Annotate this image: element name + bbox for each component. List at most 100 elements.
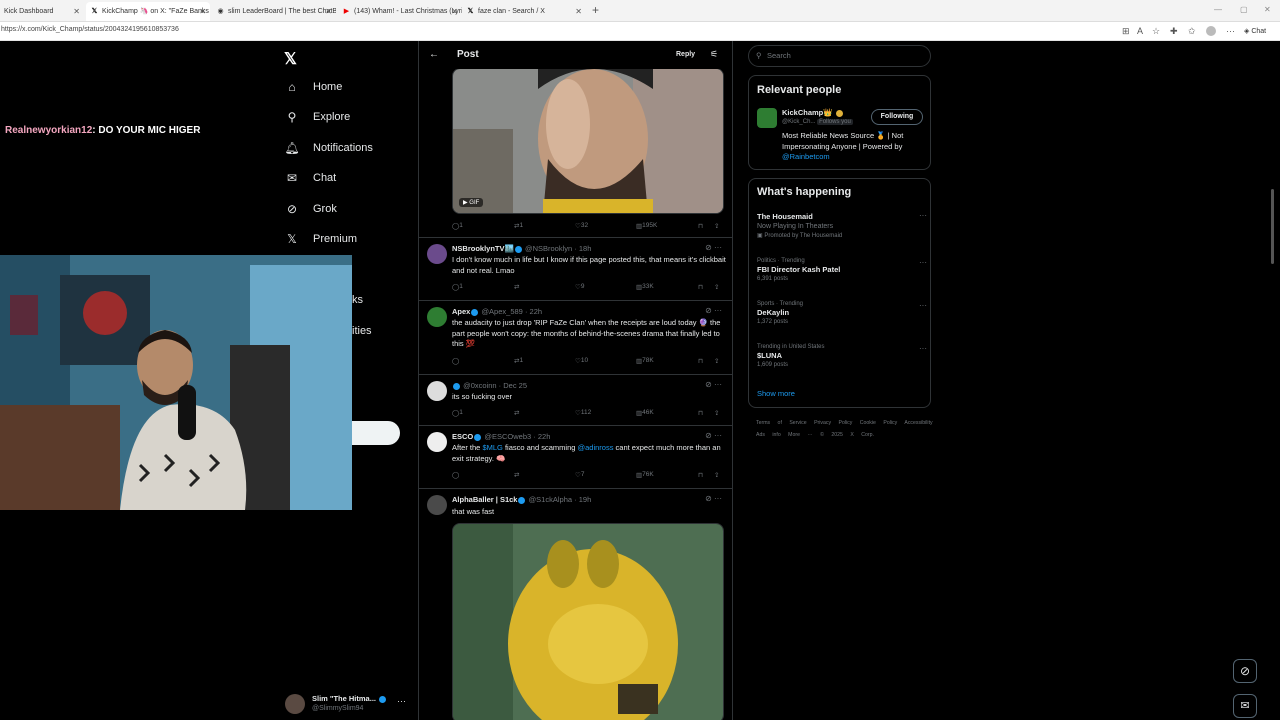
read-aloud-icon[interactable]: A — [1137, 26, 1143, 36]
repost-icon[interactable]: ⇄ 1 — [514, 357, 523, 365]
footer-links[interactable]: Terms of Service Privacy Policy Cookie P… — [756, 417, 936, 441]
more-icon[interactable]: ⊘ ··· — [705, 431, 722, 440]
repost-icon[interactable]: ⇄ — [514, 409, 519, 417]
bookmark-icon[interactable]: ⊓ — [698, 222, 703, 230]
close-icon[interactable]: ✕ — [451, 2, 458, 21]
more-icon[interactable]: ··· — [919, 211, 927, 220]
person-name[interactable]: KickChamp👑 — [782, 108, 844, 117]
reply-tweet[interactable]: @0xcoinn · Dec 25 ⊘ ··· its so fucking o… — [419, 375, 732, 426]
reply-tweet[interactable]: Apex @Apex_589 · 22h ⊘ ··· the audacity … — [419, 301, 732, 375]
more-icon[interactable]: ⊘ ··· — [705, 380, 722, 389]
sidebar-item-chat[interactable]: ✉ Chat — [285, 171, 336, 185]
account-switcher[interactable]: Slim "The Hitma... @SlimmySlim94 ··· — [285, 692, 415, 716]
close-icon[interactable]: ✕ — [325, 2, 332, 21]
views-icon[interactable]: ▥ 195K — [636, 222, 657, 230]
maximize-icon[interactable]: ▢ — [1240, 5, 1248, 14]
profile-avatar[interactable] — [1206, 26, 1216, 36]
bookmark-icon[interactable]: ⊓ — [698, 283, 703, 291]
reply-tweet[interactable]: NSBrooklynTV🏙️ @NSBrooklyn · 18h ⊘ ··· I… — [419, 238, 732, 301]
bio-link[interactable]: @Rainbetcom — [782, 152, 830, 161]
views-icon[interactable]: ▥ 46K — [636, 409, 654, 417]
more-icon[interactable]: ··· — [919, 301, 927, 310]
mention-link[interactable]: @adinross — [578, 443, 614, 452]
sidebar-item-bookmarks-partial[interactable]: ks — [352, 294, 363, 306]
minimize-icon[interactable]: — — [1214, 5, 1222, 14]
window-close-icon[interactable]: ✕ — [1264, 5, 1271, 14]
like-icon[interactable]: ♡ 10 — [575, 357, 588, 365]
trend-context: Sports · Trending — [757, 301, 804, 307]
back-arrow-icon[interactable]: ← — [429, 49, 439, 60]
trend-item[interactable]: Sports · Trending DeKaylin 1,372 posts ·… — [757, 301, 927, 325]
reply-icon[interactable]: ◯ — [452, 357, 459, 365]
repost-icon[interactable]: ⇄ — [514, 471, 519, 479]
like-icon[interactable]: ♡ 32 — [575, 222, 588, 230]
sidebar-item-grok[interactable]: ⊘ Grok — [285, 202, 337, 216]
post-button-partial[interactable] — [352, 421, 400, 445]
reply-icon[interactable]: ◯ 1 — [452, 409, 463, 417]
url-field[interactable]: https://x.com/Kick_Champ/status/20043241… — [1, 26, 179, 33]
more-icon[interactable]: ⊘ ··· — [705, 494, 722, 503]
favorite-icon[interactable]: ☆ — [1152, 26, 1160, 37]
tab-slim-leaderboard[interactable]: ◉ slim LeaderBoard | The best ChatB ✕ — [212, 2, 336, 21]
sidebar-item-communities-partial[interactable]: ities — [352, 325, 372, 337]
like-icon[interactable]: ♡ 9 — [575, 283, 584, 291]
trend-item[interactable]: The Housemaid Now Playing In Theaters ▣ … — [757, 211, 927, 239]
like-icon[interactable]: ♡ 112 — [575, 409, 591, 417]
reply-icon[interactable]: ◯ 1 — [452, 222, 463, 230]
reply-button[interactable]: Reply — [676, 51, 695, 58]
close-icon[interactable]: ✕ — [575, 2, 582, 21]
x-logo-icon[interactable]: 𝕏 — [284, 49, 297, 69]
extension-icon[interactable]: ✚ — [1170, 26, 1178, 37]
more-icon[interactable]: ··· — [919, 258, 927, 267]
views-icon[interactable]: ▥ 76K — [636, 471, 654, 479]
close-icon[interactable]: ✕ — [73, 2, 80, 21]
bookmark-icon[interactable]: ⊓ — [698, 409, 703, 417]
new-tab-icon[interactable]: + — [592, 3, 599, 17]
share-icon[interactable]: ⇪ — [714, 357, 719, 365]
favorites-bar-icon[interactable]: ✩ — [1188, 26, 1196, 37]
reply-tweet[interactable]: ESCO @ESCOweb3 · 22h ⊘ ··· After the $ML… — [419, 426, 732, 489]
cashtag-link[interactable]: $MLG — [482, 443, 502, 452]
apps-icon[interactable]: ⊞ — [1122, 26, 1130, 37]
scrollbar-thumb[interactable] — [1271, 189, 1274, 264]
share-icon[interactable]: ⇪ — [714, 471, 719, 479]
share-icon[interactable]: ⇪ — [714, 283, 719, 291]
trend-item[interactable]: Trending in United States $LUNA 1,609 po… — [757, 344, 927, 368]
close-icon[interactable]: ✕ — [199, 2, 206, 21]
reply-gif[interactable] — [452, 523, 724, 720]
sidebar-item-home[interactable]: ⌂ Home — [285, 80, 342, 94]
reply-icon[interactable]: ◯ — [452, 471, 459, 479]
repost-icon[interactable]: ⇄ 1 — [514, 222, 523, 230]
more-icon[interactable]: ··· — [919, 344, 927, 353]
more-icon[interactable]: ··· — [1226, 26, 1235, 36]
messages-float-icon[interactable]: ✉ — [1233, 694, 1257, 718]
repost-icon[interactable]: ⇄ — [514, 283, 519, 291]
tab-youtube[interactable]: ▶ (143) Wham! - Last Christmas (Lyri ✕ — [338, 2, 462, 21]
grok-float-icon[interactable]: ⊘ — [1233, 659, 1257, 683]
bookmark-icon[interactable]: ⊓ — [698, 471, 703, 479]
share-icon[interactable]: ⇪ — [714, 222, 719, 230]
show-more-link[interactable]: Show more — [757, 389, 795, 398]
following-button[interactable]: Following — [871, 109, 923, 125]
share-icon[interactable]: ⇪ — [714, 409, 719, 417]
copilot-chat-button[interactable]: ◈ Chat — [1244, 27, 1266, 35]
more-icon[interactable]: ⊘ ··· — [705, 306, 722, 315]
sidebar-item-explore[interactable]: ⚲ Explore — [285, 110, 351, 124]
bookmark-icon[interactable]: ⊓ — [698, 357, 703, 365]
more-icon[interactable]: ⊘ ··· — [705, 243, 722, 252]
filter-icon[interactable]: ⚟ — [710, 49, 718, 60]
like-icon[interactable]: ♡ 7 — [575, 471, 584, 479]
search-input[interactable]: ⚲ Search — [748, 45, 931, 67]
post-gif[interactable]: ▶ GIF — [452, 68, 724, 214]
views-icon[interactable]: ▥ 33K — [636, 283, 654, 291]
sidebar-item-premium[interactable]: 𝕏 Premium — [285, 232, 357, 246]
reply-tweet[interactable]: AlphaBaller | S1ck @S1ckAlpha · 19h ⊘ ··… — [419, 489, 732, 720]
tab-kick-dashboard[interactable]: Kick Dashboard ✕ — [0, 2, 84, 21]
trend-item[interactable]: Politics · Trending FBI Director Kash Pa… — [757, 258, 927, 282]
views-icon[interactable]: ▥ 78K — [636, 357, 654, 365]
more-icon[interactable]: ··· — [397, 696, 406, 706]
tab-kickchamp[interactable]: 𝕏 KickChamp 🦄 on X: "FaZe Banks ✕ — [86, 2, 210, 21]
sidebar-item-notifications[interactable]: 🔔︎ Notifications — [284, 141, 373, 155]
tab-faze-search[interactable]: 𝕏 faze clan - Search / X ✕ — [462, 2, 586, 21]
reply-icon[interactable]: ◯ 1 — [452, 283, 463, 291]
